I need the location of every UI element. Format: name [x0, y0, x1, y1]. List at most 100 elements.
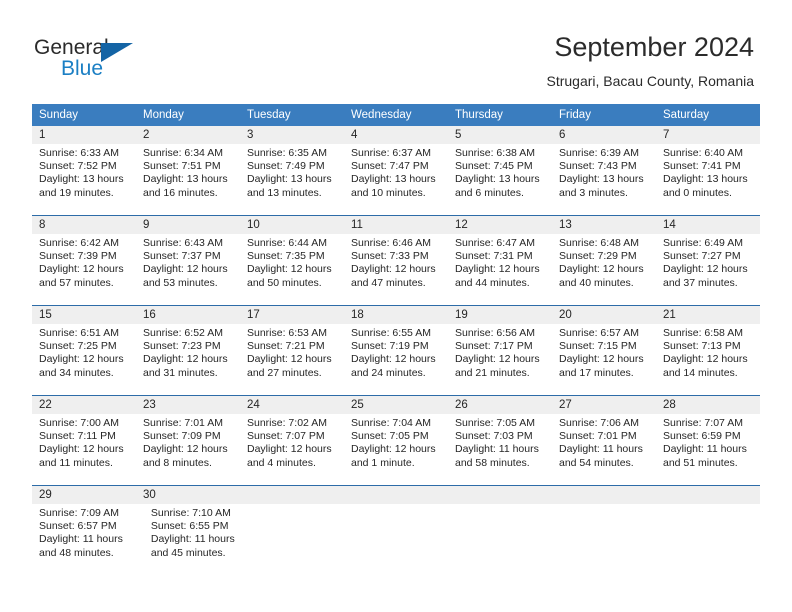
day-cell[interactable]: Sunrise: 6:52 AM Sunset: 7:23 PM Dayligh… [136, 324, 240, 395]
sunset-text: Sunset: 7:17 PM [455, 340, 533, 353]
day-number[interactable]: 6 [552, 126, 656, 144]
day-number[interactable]: 14 [656, 216, 760, 234]
day-number[interactable]: 24 [240, 396, 344, 414]
day-number[interactable]: 29 [32, 486, 136, 504]
daylight-text-line2: and 31 minutes. [143, 366, 218, 379]
day-cell[interactable]: Sunrise: 7:01 AM Sunset: 7:09 PM Dayligh… [136, 414, 240, 485]
daylight-text-line1: Daylight: 12 hours [39, 263, 124, 276]
day-cell[interactable]: Sunrise: 7:00 AM Sunset: 7:11 PM Dayligh… [32, 414, 136, 485]
day-number[interactable]: 9 [136, 216, 240, 234]
day-number[interactable]: 4 [344, 126, 448, 144]
day-cell[interactable]: Sunrise: 6:44 AM Sunset: 7:35 PM Dayligh… [240, 234, 344, 305]
day-number[interactable]: 2 [136, 126, 240, 144]
day-number[interactable]: 27 [552, 396, 656, 414]
day-cell[interactable]: Sunrise: 7:07 AM Sunset: 6:59 PM Dayligh… [656, 414, 760, 485]
daylight-text-line1: Daylight: 11 hours [455, 443, 539, 456]
sunrise-text: Sunrise: 6:39 AM [559, 147, 639, 159]
day-number[interactable]: 1 [32, 126, 136, 144]
sunset-text: Sunset: 7:51 PM [143, 160, 221, 173]
day-cell-empty [448, 486, 552, 504]
daylight-text-line2: and 44 minutes. [455, 276, 530, 289]
day-cell[interactable]: Sunrise: 6:47 AM Sunset: 7:31 PM Dayligh… [448, 234, 552, 305]
day-cell[interactable]: Sunrise: 6:33 AM Sunset: 7:52 PM Dayligh… [32, 144, 136, 215]
day-cell[interactable]: Sunrise: 6:38 AM Sunset: 7:45 PM Dayligh… [448, 144, 552, 215]
day-number[interactable]: 11 [344, 216, 448, 234]
sunrise-text: Sunrise: 6:37 AM [351, 147, 431, 159]
day-number[interactable]: 30 [136, 486, 240, 504]
sunrise-text: Sunrise: 6:55 AM [351, 327, 431, 339]
day-number[interactable]: 19 [448, 306, 552, 324]
day-cell[interactable]: Sunrise: 6:57 AM Sunset: 7:15 PM Dayligh… [552, 324, 656, 395]
day-cell[interactable]: Sunrise: 7:02 AM Sunset: 7:07 PM Dayligh… [240, 414, 344, 485]
sunset-text: Sunset: 7:27 PM [663, 250, 741, 263]
daylight-text-line2: and 19 minutes. [39, 186, 114, 199]
day-cell[interactable]: Sunrise: 6:56 AM Sunset: 7:17 PM Dayligh… [448, 324, 552, 395]
sunset-text: Sunset: 7:37 PM [143, 250, 221, 263]
day-number[interactable]: 20 [552, 306, 656, 324]
day-number[interactable]: 12 [448, 216, 552, 234]
day-number[interactable]: 28 [656, 396, 760, 414]
day-cell-empty [457, 504, 558, 575]
calendar-grid: Sunday Monday Tuesday Wednesday Thursday… [32, 104, 760, 575]
general-blue-logo[interactable]: General Blue [34, 36, 154, 82]
day-number[interactable]: 25 [344, 396, 448, 414]
sunrise-text: Sunrise: 6:48 AM [559, 237, 639, 249]
daylight-text-line2: and 34 minutes. [39, 366, 114, 379]
day-cell[interactable]: Sunrise: 6:58 AM Sunset: 7:13 PM Dayligh… [656, 324, 760, 395]
day-info-band: Sunrise: 6:42 AM Sunset: 7:39 PM Dayligh… [32, 234, 760, 305]
weekday-header-tuesday: Tuesday [247, 109, 291, 121]
day-number[interactable]: 26 [448, 396, 552, 414]
daylight-text-line1: Daylight: 12 hours [247, 353, 332, 366]
day-cell[interactable]: Sunrise: 7:05 AM Sunset: 7:03 PM Dayligh… [448, 414, 552, 485]
day-cell[interactable]: Sunrise: 6:48 AM Sunset: 7:29 PM Dayligh… [552, 234, 656, 305]
day-number[interactable]: 21 [656, 306, 760, 324]
day-cell-empty [357, 504, 458, 575]
day-cell[interactable]: Sunrise: 7:09 AM Sunset: 6:57 PM Dayligh… [32, 504, 144, 575]
daylight-text-line1: Daylight: 12 hours [559, 263, 644, 276]
day-number[interactable]: 3 [240, 126, 344, 144]
day-number[interactable]: 22 [32, 396, 136, 414]
page-title: September 2024 [554, 32, 754, 62]
day-number[interactable]: 10 [240, 216, 344, 234]
daylight-text-line2: and 48 minutes. [39, 546, 114, 559]
day-cell[interactable]: Sunrise: 6:55 AM Sunset: 7:19 PM Dayligh… [344, 324, 448, 395]
day-cell[interactable]: Sunrise: 6:49 AM Sunset: 7:27 PM Dayligh… [656, 234, 760, 305]
day-number[interactable]: 18 [344, 306, 448, 324]
day-number[interactable]: 16 [136, 306, 240, 324]
day-number[interactable]: 8 [32, 216, 136, 234]
sunset-text: Sunset: 7:15 PM [559, 340, 637, 353]
daylight-text-line1: Daylight: 12 hours [247, 443, 332, 456]
logo-text-blue: Blue [61, 57, 104, 80]
day-cell[interactable]: Sunrise: 6:37 AM Sunset: 7:47 PM Dayligh… [344, 144, 448, 215]
sunset-text: Sunset: 7:47 PM [351, 160, 429, 173]
day-number-band: 29 30 [32, 486, 760, 504]
day-cell[interactable]: Sunrise: 6:39 AM Sunset: 7:43 PM Dayligh… [552, 144, 656, 215]
day-number[interactable]: 17 [240, 306, 344, 324]
day-number[interactable]: 7 [656, 126, 760, 144]
day-cell[interactable]: Sunrise: 6:34 AM Sunset: 7:51 PM Dayligh… [136, 144, 240, 215]
daylight-text-line1: Daylight: 13 hours [39, 173, 124, 186]
sunset-text: Sunset: 7:49 PM [247, 160, 325, 173]
day-cell[interactable]: Sunrise: 6:46 AM Sunset: 7:33 PM Dayligh… [344, 234, 448, 305]
sunset-text: Sunset: 7:21 PM [247, 340, 325, 353]
day-cell[interactable]: Sunrise: 6:53 AM Sunset: 7:21 PM Dayligh… [240, 324, 344, 395]
day-number[interactable]: 15 [32, 306, 136, 324]
daylight-text-line2: and 6 minutes. [455, 186, 524, 199]
sunset-text: Sunset: 7:43 PM [559, 160, 637, 173]
day-cell[interactable]: Sunrise: 6:35 AM Sunset: 7:49 PM Dayligh… [240, 144, 344, 215]
calendar-week-row: 29 30 Sunrise: 7:09 AM Sunset: 6:57 PM D… [32, 485, 760, 575]
daylight-text-line1: Daylight: 13 hours [663, 173, 748, 186]
day-cell[interactable]: Sunrise: 7:04 AM Sunset: 7:05 PM Dayligh… [344, 414, 448, 485]
day-number[interactable]: 13 [552, 216, 656, 234]
day-cell[interactable]: Sunrise: 6:40 AM Sunset: 7:41 PM Dayligh… [656, 144, 760, 215]
day-number[interactable]: 5 [448, 126, 552, 144]
day-number[interactable]: 23 [136, 396, 240, 414]
day-number-band: 15 16 17 18 19 20 21 [32, 306, 760, 324]
day-cell[interactable]: Sunrise: 7:06 AM Sunset: 7:01 PM Dayligh… [552, 414, 656, 485]
day-cell[interactable]: Sunrise: 7:10 AM Sunset: 6:55 PM Dayligh… [144, 504, 256, 575]
sunset-text: Sunset: 6:59 PM [663, 430, 741, 443]
day-cell[interactable]: Sunrise: 6:42 AM Sunset: 7:39 PM Dayligh… [32, 234, 136, 305]
day-cell[interactable]: Sunrise: 6:51 AM Sunset: 7:25 PM Dayligh… [32, 324, 136, 395]
sunset-text: Sunset: 6:55 PM [150, 520, 229, 533]
day-cell[interactable]: Sunrise: 6:43 AM Sunset: 7:37 PM Dayligh… [136, 234, 240, 305]
